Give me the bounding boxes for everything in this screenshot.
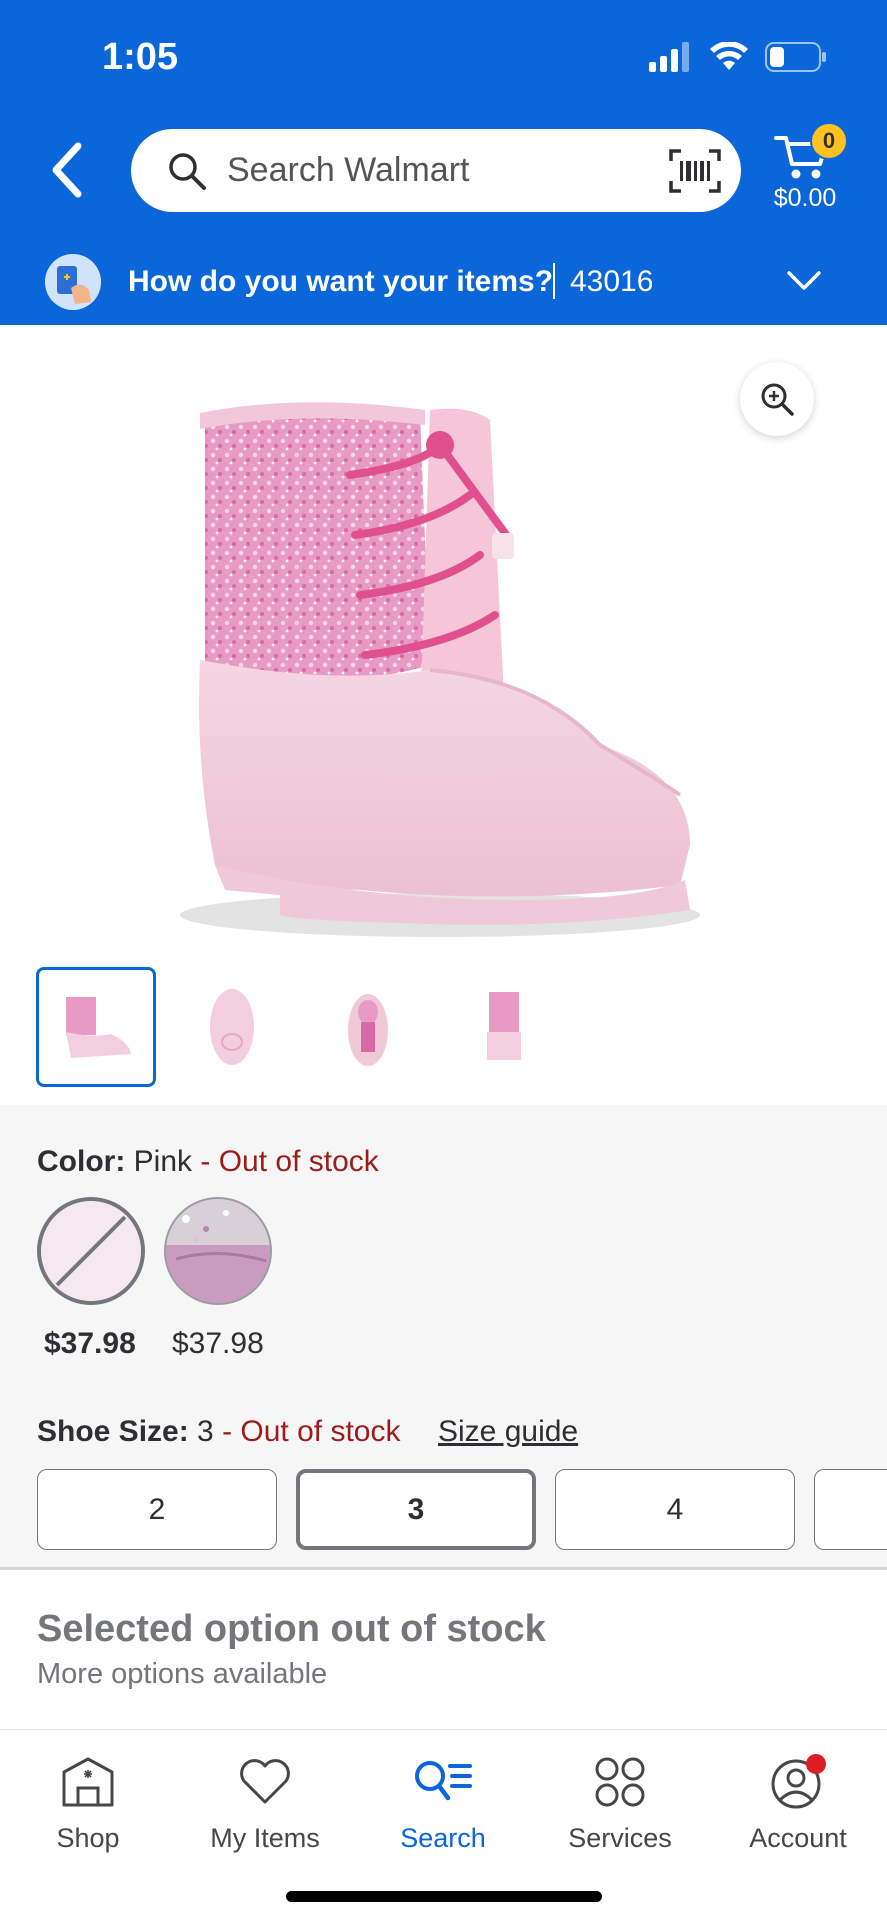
tab-account[interactable]: Account	[718, 1751, 878, 1854]
color-value: Pink	[133, 1145, 193, 1178]
image-thumbnails	[36, 967, 564, 1087]
size-label-line: Shoe Size: 3 - Out of stock	[37, 1415, 400, 1449]
swatch-price-1: $37.98	[44, 1327, 136, 1360]
zoom-in-icon	[761, 383, 794, 416]
store-icon	[62, 1757, 114, 1807]
stock-notice-title: Selected option out of stock	[37, 1608, 546, 1650]
unavailable-slash-icon	[41, 1201, 141, 1301]
chevron-down-icon	[787, 271, 821, 290]
tab-shop[interactable]: Shop	[8, 1751, 168, 1854]
thumbnail-1[interactable]	[36, 967, 156, 1087]
delivery-question: How do you want your items?	[128, 265, 554, 298]
size-option-4[interactable]: 4	[555, 1469, 795, 1550]
tab-search[interactable]: Search	[363, 1751, 523, 1854]
tab-label: Shop	[56, 1823, 120, 1853]
color-stock-status: - Out of stock	[200, 1145, 379, 1178]
size-label: Shoe Size:	[37, 1415, 189, 1448]
product-options: Color: Pink - Out of stock $37.98 $37.98…	[0, 1105, 887, 1570]
thumbnail-2[interactable]	[172, 967, 292, 1087]
zip-code: 43016	[570, 265, 654, 298]
color-swatch-pink[interactable]	[37, 1197, 145, 1305]
tab-label: Services	[568, 1823, 672, 1853]
search-input[interactable]: Search Walmart	[131, 129, 741, 212]
tab-label: My Items	[210, 1823, 320, 1853]
status-icons	[649, 42, 827, 72]
thumbnail-3[interactable]	[308, 967, 428, 1087]
swatch-price-2: $37.98	[172, 1327, 264, 1360]
search-placeholder: Search Walmart	[227, 151, 470, 189]
back-button[interactable]	[48, 140, 96, 200]
size-option-3[interactable]: 3	[296, 1469, 536, 1550]
size-option-more[interactable]	[814, 1469, 887, 1550]
signal-icon	[649, 42, 689, 72]
delivery-avatar-icon	[45, 254, 101, 310]
barcode-scan-icon[interactable]	[669, 149, 721, 193]
cart-count-badge: 0	[810, 122, 848, 160]
heart-icon	[240, 1759, 290, 1804]
tab-label: Search	[400, 1823, 486, 1853]
color-label: Color:	[37, 1145, 126, 1178]
delivery-divider	[553, 263, 555, 299]
search-list-icon	[415, 1761, 472, 1801]
cart-total: $0.00	[773, 184, 837, 212]
thumbnail-4[interactable]	[444, 967, 564, 1087]
status-time: 1:05	[102, 36, 179, 78]
size-guide-link[interactable]: Size guide	[438, 1415, 578, 1449]
search-icon	[169, 153, 206, 190]
app-header: 1:05 Search Walmart 0 $0.00 How do you w…	[0, 0, 887, 325]
zoom-button[interactable]	[740, 362, 814, 436]
size-stock-status: - Out of stock	[222, 1415, 401, 1448]
color-swatch-glitter[interactable]	[164, 1197, 272, 1305]
battery-icon	[765, 42, 826, 72]
home-indicator	[286, 1891, 602, 1902]
stock-notice: Selected option out of stock More option…	[0, 1570, 887, 1730]
tab-services[interactable]: Services	[540, 1751, 700, 1854]
services-grid-icon	[595, 1757, 645, 1807]
chevron-left-icon	[52, 142, 82, 198]
color-label-line: Color: Pink - Out of stock	[37, 1145, 379, 1179]
delivery-selector[interactable]: How do you want your items? 43016	[0, 245, 887, 325]
wifi-icon	[710, 42, 748, 70]
tab-label: Account	[749, 1823, 847, 1853]
cart-button[interactable]: 0 $0.00	[766, 122, 848, 218]
account-icon	[771, 1754, 826, 1809]
size-value: 3	[197, 1415, 214, 1448]
stock-notice-subtitle: More options available	[37, 1658, 328, 1690]
size-option-2[interactable]: 2	[37, 1469, 277, 1550]
tab-my-items[interactable]: My Items	[185, 1751, 345, 1854]
